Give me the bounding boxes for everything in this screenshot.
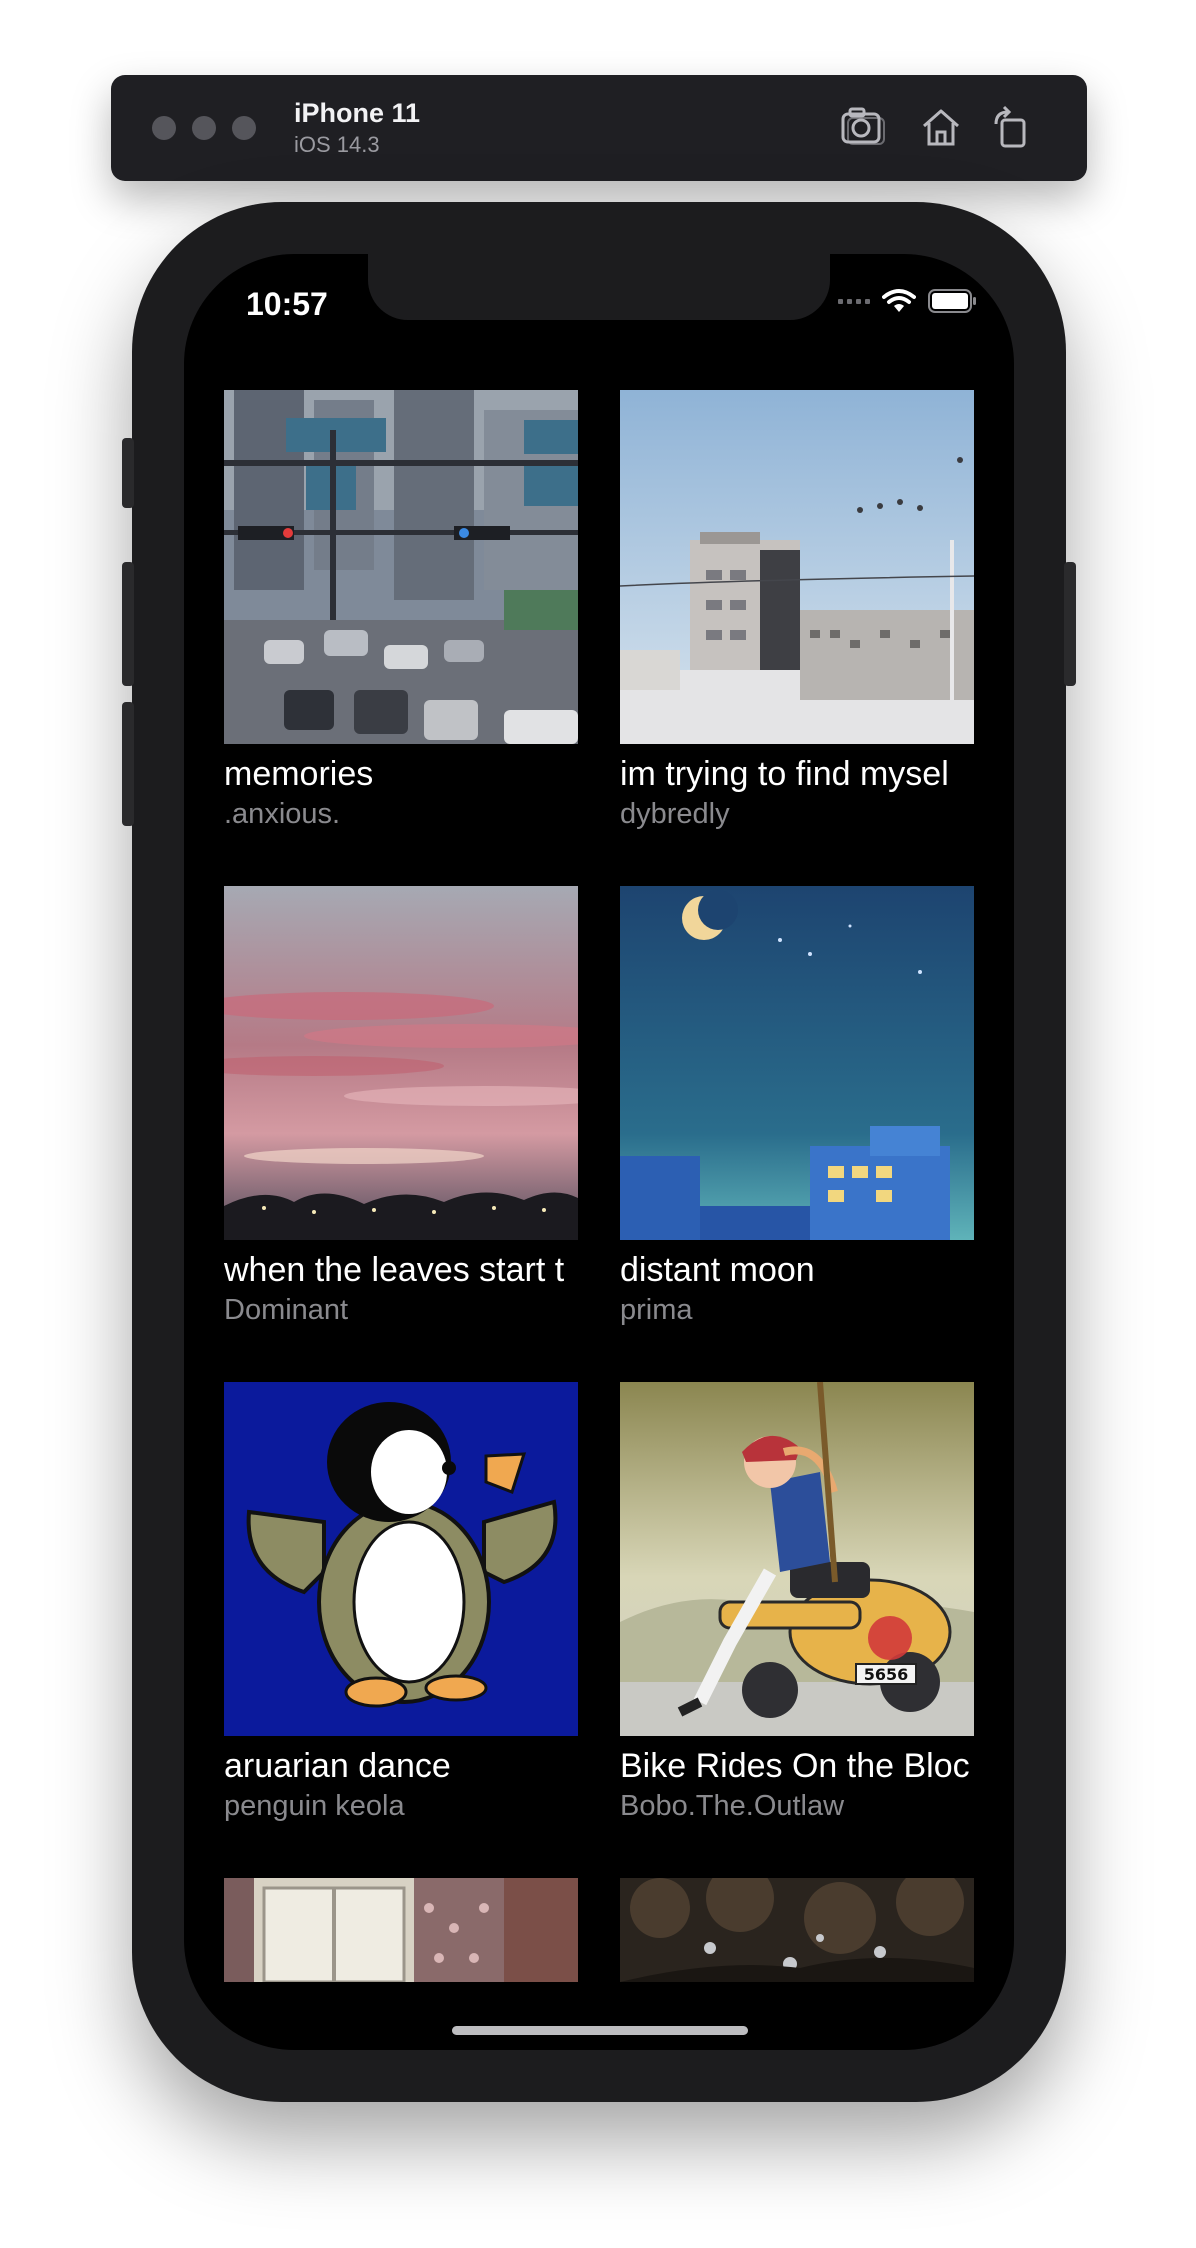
status-time: 10:57 — [246, 286, 328, 322]
track-artist: .anxious. — [224, 798, 341, 830]
window-zoom-dot[interactable] — [232, 116, 256, 140]
track-artist: Dominant — [224, 1294, 349, 1326]
track-artwork — [620, 886, 974, 1240]
track-title: im trying to find mysel — [620, 755, 949, 793]
track-artwork — [224, 390, 578, 744]
track-artwork — [224, 1382, 578, 1736]
power-button — [1064, 562, 1076, 686]
svg-text:5656: 5656 — [864, 1665, 909, 1684]
track-artist: penguin keola — [224, 1790, 405, 1822]
track-artist: prima — [620, 1294, 693, 1326]
track-artist: Bobo.The.Outlaw — [620, 1790, 845, 1822]
screenshot-icon[interactable] — [840, 104, 886, 150]
track-artwork — [224, 886, 578, 1240]
volume-up-button — [122, 562, 134, 686]
track-card[interactable]: 5656 Bike Rides On the Bloc Bobo.The.Out… — [620, 1382, 974, 1826]
rotate-icon[interactable] — [990, 104, 1036, 150]
track-card[interactable]: aruarian dance penguin keola — [224, 1382, 578, 1826]
notch — [368, 254, 830, 320]
track-artwork — [620, 1878, 974, 1982]
track-card[interactable]: distant moon prima — [620, 886, 974, 1330]
track-title: distant moon — [620, 1251, 815, 1289]
track-card[interactable]: im trying to find mysel dybredly — [620, 390, 974, 834]
simulator-stage: iPhone 11 iOS 14.3 10:57 memories .anxio… — [0, 0, 1196, 2248]
status-icons — [838, 288, 978, 314]
home-icon[interactable] — [918, 104, 964, 150]
signal-icon — [838, 298, 870, 304]
track-card[interactable] — [620, 1878, 974, 1982]
phone-screen: 10:57 memories .anxious. im trying to fi… — [184, 254, 1014, 2050]
track-title: Bike Rides On the Bloc — [620, 1747, 970, 1785]
window-minimize-dot[interactable] — [192, 116, 216, 140]
track-card[interactable]: memories .anxious. — [224, 390, 578, 834]
track-title: aruarian dance — [224, 1747, 451, 1785]
home-indicator[interactable] — [452, 2026, 748, 2035]
wifi-icon — [882, 289, 916, 312]
track-artist: dybredly — [620, 798, 730, 830]
os-version: iOS 14.3 — [294, 132, 380, 157]
volume-down-button — [122, 702, 134, 826]
track-title: when the leaves start t — [224, 1251, 565, 1289]
track-card[interactable]: when the leaves start t Dominant — [224, 886, 578, 1330]
track-artwork — [620, 390, 974, 744]
mute-switch — [122, 438, 134, 508]
device-name: iPhone 11 — [294, 98, 421, 128]
window-close-dot[interactable] — [152, 116, 176, 140]
track-card[interactable] — [224, 1878, 578, 1982]
battery-icon — [928, 289, 976, 313]
track-artwork — [224, 1878, 578, 1982]
track-title: memories — [224, 755, 374, 793]
track-artwork: 5656 — [620, 1382, 974, 1736]
